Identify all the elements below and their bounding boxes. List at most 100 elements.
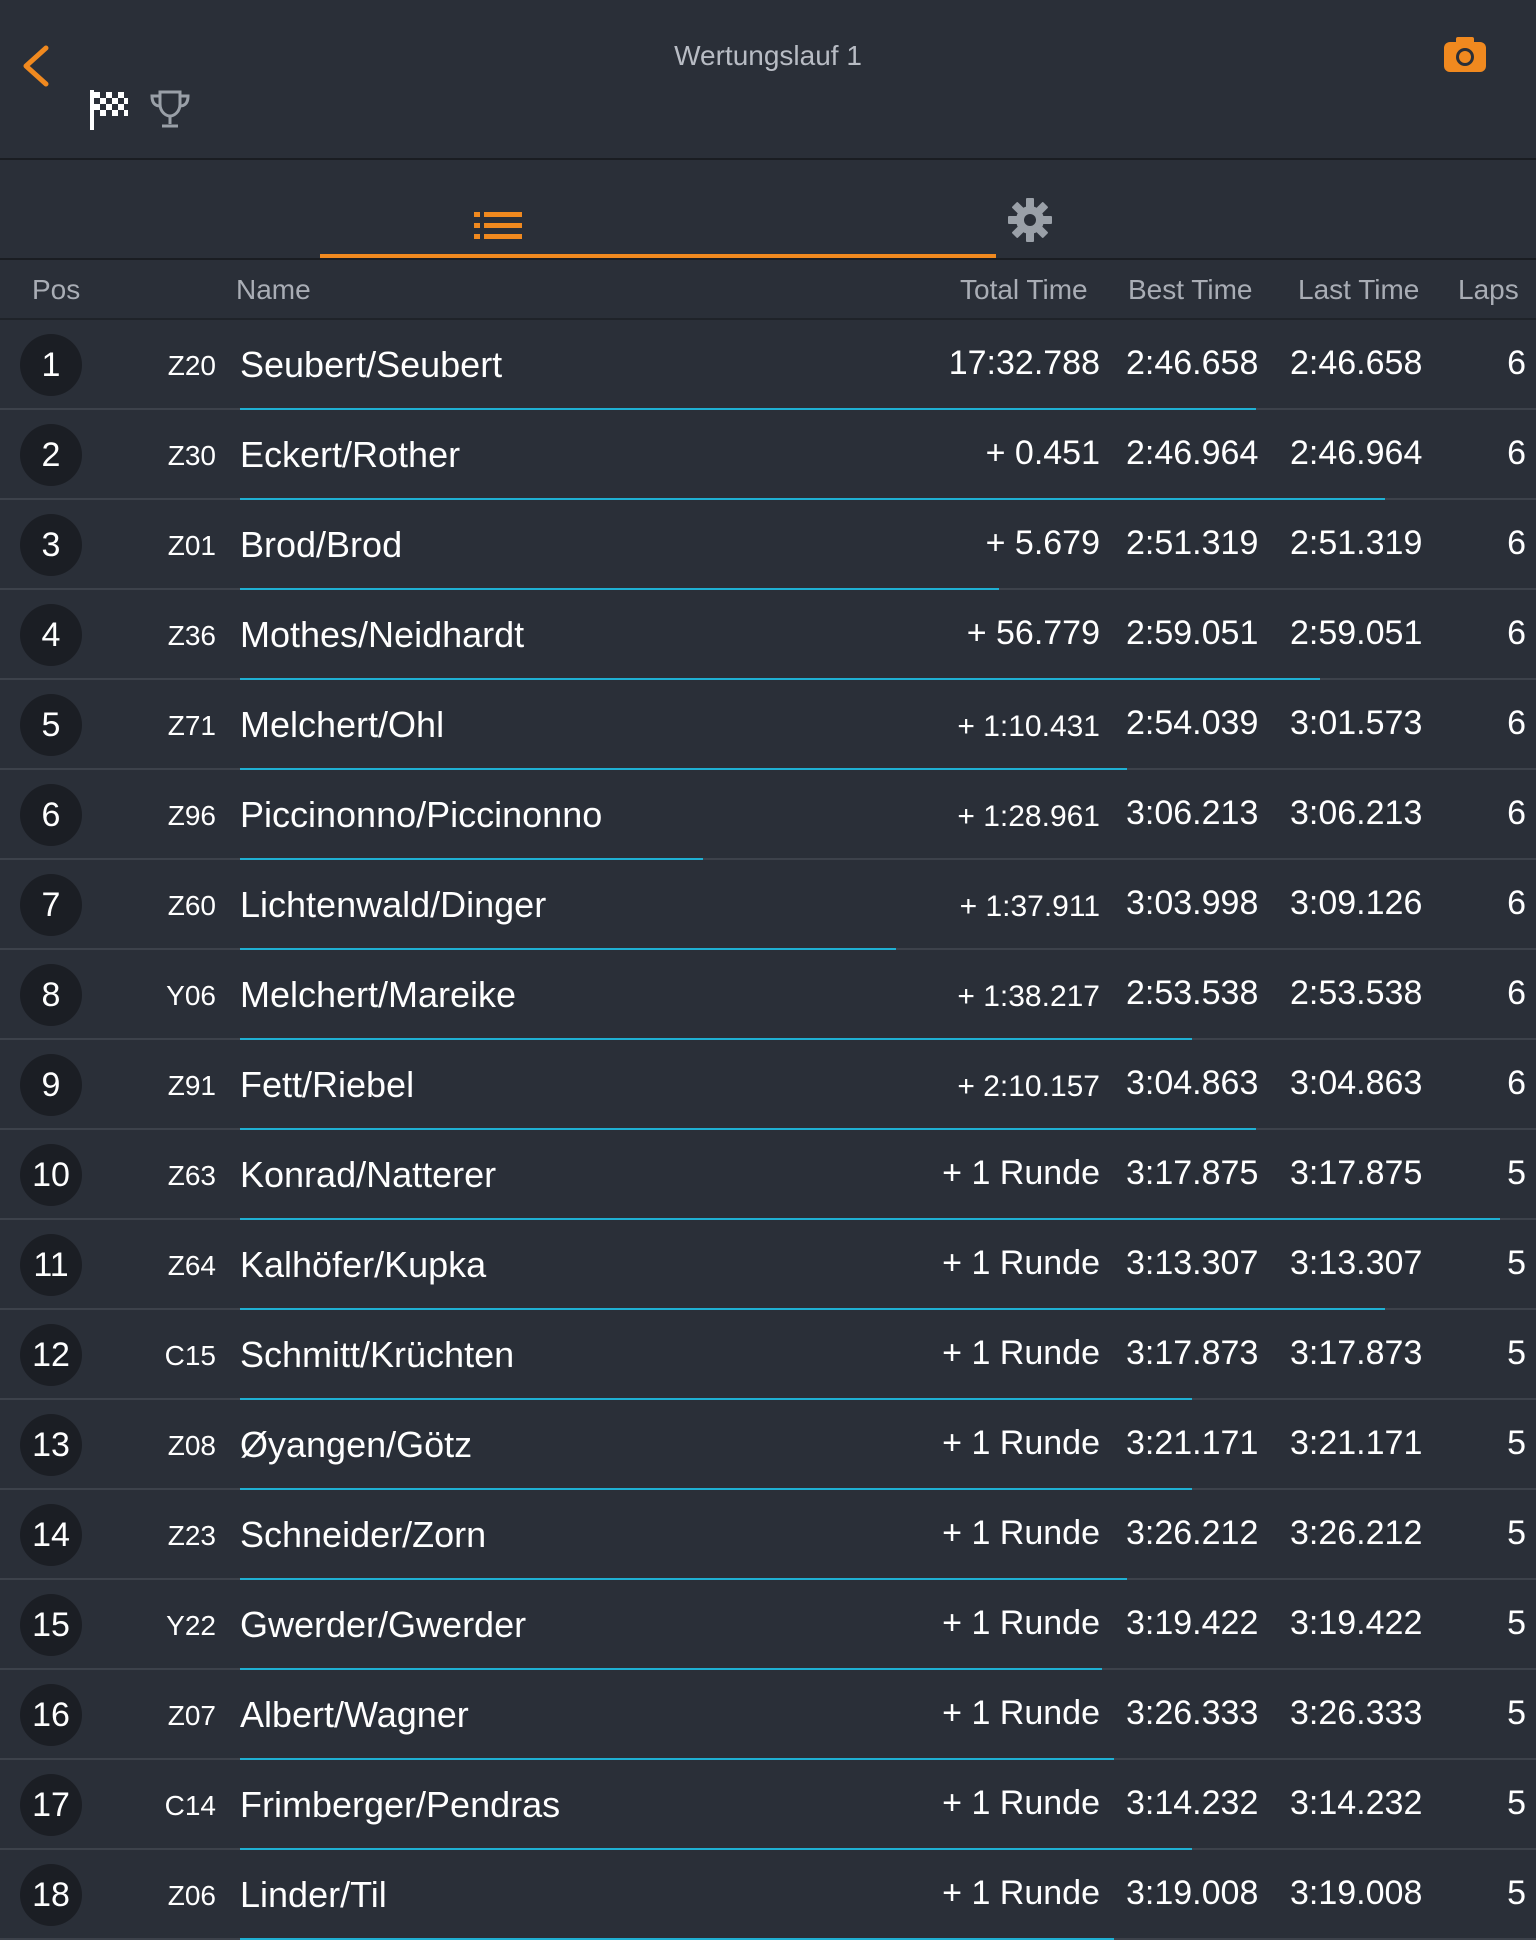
table-row[interactable]: 6 Z96 Piccinonno/Piccinonno + 1:28.961 3:06.…	[0, 770, 1536, 860]
last-time: 3:26.212	[1290, 1514, 1423, 1552]
header-pos[interactable]: Pos	[32, 274, 80, 306]
header-total-time[interactable]: Total Time	[960, 274, 1088, 306]
last-time: 3:21.171	[1290, 1424, 1423, 1462]
page-title: Wertungslauf 1	[674, 40, 862, 71]
driver-name: Brod/Brod	[240, 524, 403, 565]
best-time: 2:46.658	[1126, 344, 1259, 382]
table-row[interactable]: 8 Y06 Melchert/Mareike + 1:38.217 2:53.538 2:…	[0, 950, 1536, 1040]
position-badge: 6	[20, 784, 82, 846]
gear-icon	[1008, 198, 1052, 242]
laps-count: 6	[1507, 1064, 1526, 1102]
table-row[interactable]: 16 Z07 Albert/Wagner + 1 Runde 3:26.333 3:26.…	[0, 1670, 1536, 1760]
last-time: 2:46.658	[1290, 344, 1423, 382]
table-row[interactable]: 10 Z63 Konrad/Natterer + 1 Runde 3:17.875 3:1…	[0, 1130, 1536, 1220]
camera-icon[interactable]	[1442, 34, 1488, 74]
tab-results-list[interactable]	[320, 200, 996, 258]
best-time: 3:13.307	[1126, 1244, 1259, 1282]
total-time: 17:32.788	[948, 344, 1100, 382]
header-last-time[interactable]: Last Time	[1298, 274, 1419, 306]
laps-count: 6	[1507, 434, 1526, 472]
car-code: Y06	[166, 980, 216, 1011]
position-badge: 2	[20, 424, 82, 486]
table-row[interactable]: 9 Z91 Fett/Riebel + 2:10.157 3:04.863 3:04.86…	[0, 1040, 1536, 1130]
table-row[interactable]: 11 Z64 Kalhöfer/Kupka + 1 Runde 3:13.307 3:13…	[0, 1220, 1536, 1310]
position-badge: 12	[20, 1324, 82, 1386]
table-row[interactable]: 5 Z71 Melchert/Ohl + 1:10.431 2:54.039 3:01.5…	[0, 680, 1536, 770]
position-badge: 7	[20, 874, 82, 936]
driver-name: Melchert/Mareike	[240, 974, 517, 1015]
driver-name: Schneider/Zorn	[240, 1514, 487, 1555]
table-row[interactable]: 13 Z08 Øyangen/Götz + 1 Runde 3:21.171 3:21.1…	[0, 1400, 1536, 1490]
checkered-flag-icon[interactable]	[88, 88, 132, 132]
table-row[interactable]: 12 C15 Schmitt/Krüchten + 1 Runde 3:17.873 3:…	[0, 1310, 1536, 1400]
position-badge: 4	[20, 604, 82, 666]
laps-count: 5	[1507, 1694, 1526, 1732]
laps-count: 5	[1507, 1784, 1526, 1822]
last-time: 3:19.008	[1290, 1874, 1423, 1912]
car-code: Z64	[167, 1250, 216, 1281]
laps-count: 6	[1507, 614, 1526, 652]
best-time: 2:53.538	[1126, 974, 1259, 1012]
laps-count: 6	[1507, 524, 1526, 562]
last-time: 3:09.126	[1290, 884, 1423, 922]
total-time: + 1 Runde	[942, 1874, 1100, 1912]
car-code: C14	[164, 1790, 216, 1821]
driver-name: Lichtenwald/Dinger	[240, 884, 547, 925]
trophy-icon[interactable]	[148, 88, 192, 132]
last-time: 3:26.333	[1290, 1694, 1423, 1732]
header-name[interactable]: Name	[236, 274, 311, 306]
last-time: 3:13.307	[1290, 1244, 1423, 1282]
table-row[interactable]: 4 Z36 Mothes/Neidhardt + 56.779 2:59.051 2:59…	[0, 590, 1536, 680]
position-badge: 1	[20, 334, 82, 396]
list-icon	[472, 208, 524, 249]
position-badge: 5	[20, 694, 82, 756]
last-time: 2:59.051	[1290, 614, 1423, 652]
car-code: Z91	[167, 1070, 216, 1101]
laps-count: 5	[1507, 1244, 1526, 1282]
position-badge: 16	[20, 1684, 82, 1746]
laps-count: 5	[1507, 1424, 1526, 1462]
table-row[interactable]: 1 Z20 Seubert/Seubert 17:32.788 2:46.658 2:46…	[0, 320, 1536, 410]
car-code: Z63	[167, 1160, 216, 1191]
driver-name: Kalhöfer/Kupka	[240, 1244, 487, 1285]
table-row[interactable]: 2 Z30 Eckert/Rother + 0.451 2:46.964 2:46.964…	[0, 410, 1536, 500]
table-row[interactable]: 7 Z60 Lichtenwald/Dinger + 1:37.911 3:03.998…	[0, 860, 1536, 950]
last-time: 2:51.319	[1290, 524, 1423, 562]
best-time: 2:46.964	[1126, 434, 1259, 472]
position-badge: 15	[20, 1594, 82, 1656]
total-time: + 1 Runde	[942, 1514, 1100, 1552]
laps-count: 6	[1507, 884, 1526, 922]
laps-count: 5	[1507, 1874, 1526, 1912]
best-time: 2:51.319	[1126, 524, 1259, 562]
driver-name: Mothes/Neidhardt	[240, 614, 525, 655]
driver-name: Piccinonno/Piccinonno	[240, 794, 603, 835]
total-time: + 1 Runde	[942, 1244, 1100, 1282]
driver-name: Frimberger/Pendras	[240, 1784, 561, 1825]
table-row[interactable]: 18 Z06 Linder/Til + 1 Runde 3:19.008 3:19.008…	[0, 1850, 1536, 1940]
header-laps[interactable]: Laps	[1458, 274, 1519, 306]
tab-settings[interactable]	[1006, 196, 1066, 256]
table-row[interactable]: 15 Y22 Gwerder/Gwerder + 1 Runde 3:19.422 3:1…	[0, 1580, 1536, 1670]
car-code: C15	[164, 1340, 216, 1371]
position-badge: 8	[20, 964, 82, 1026]
driver-name: Fett/Riebel	[240, 1064, 415, 1105]
best-time: 3:03.998	[1126, 884, 1259, 922]
total-time: + 5.679	[985, 524, 1100, 562]
total-time: + 1 Runde	[942, 1334, 1100, 1372]
position-badge: 17	[20, 1774, 82, 1836]
table-row[interactable]: 17 C14 Frimberger/Pendras + 1 Runde 3:14.232…	[0, 1760, 1536, 1850]
total-time: + 1:38.217	[957, 980, 1100, 1013]
car-code: Z96	[167, 800, 216, 831]
results-table: 1 Z20 Seubert/Seubert 17:32.788 2:46.658 2:46…	[0, 320, 1536, 1940]
position-badge: 10	[20, 1144, 82, 1206]
car-code: Z60	[167, 890, 216, 921]
table-row[interactable]: 14 Z23 Schneider/Zorn + 1 Runde 3:26.212 3:26…	[0, 1490, 1536, 1580]
table-row[interactable]: 3 Z01 Brod/Brod + 5.679 2:51.319 2:51.319 6	[0, 500, 1536, 590]
laps-count: 6	[1507, 794, 1526, 832]
header-best-time[interactable]: Best Time	[1128, 274, 1252, 306]
last-time: 3:14.232	[1290, 1784, 1423, 1822]
laps-count: 5	[1507, 1514, 1526, 1552]
best-time: 3:26.333	[1126, 1694, 1259, 1732]
laps-count: 5	[1507, 1154, 1526, 1192]
best-time: 3:17.875	[1126, 1154, 1259, 1192]
